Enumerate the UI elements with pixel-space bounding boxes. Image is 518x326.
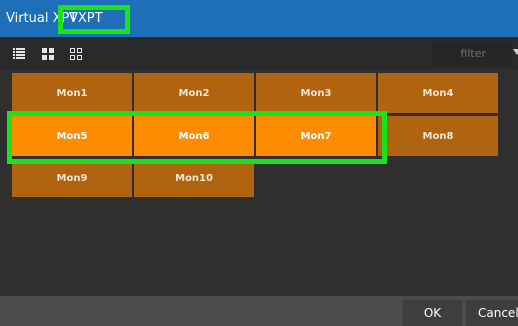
small-grid-view-icon[interactable] [70,48,82,60]
monitor-tile[interactable]: Mon10 [134,159,254,197]
monitor-tile[interactable]: Mon1 [12,73,132,113]
monitor-tile[interactable]: Mon8 [378,116,498,156]
monitor-tile[interactable]: Mon9 [12,159,132,197]
monitor-tile[interactable]: Mon2 [134,73,254,113]
filter-input[interactable]: filter [432,42,512,66]
tab-highlight-annotation [58,5,130,34]
ok-button[interactable]: OK [403,300,462,326]
monitor-tile[interactable]: Mon4 [378,73,498,113]
selection-highlight-annotation [7,111,387,164]
list-view-icon[interactable] [13,48,25,60]
chevron-down-icon[interactable] [513,49,518,55]
cancel-button[interactable]: Cancel [466,300,518,326]
monitor-tile[interactable]: Mon3 [256,73,376,113]
large-grid-view-icon[interactable] [42,48,54,60]
